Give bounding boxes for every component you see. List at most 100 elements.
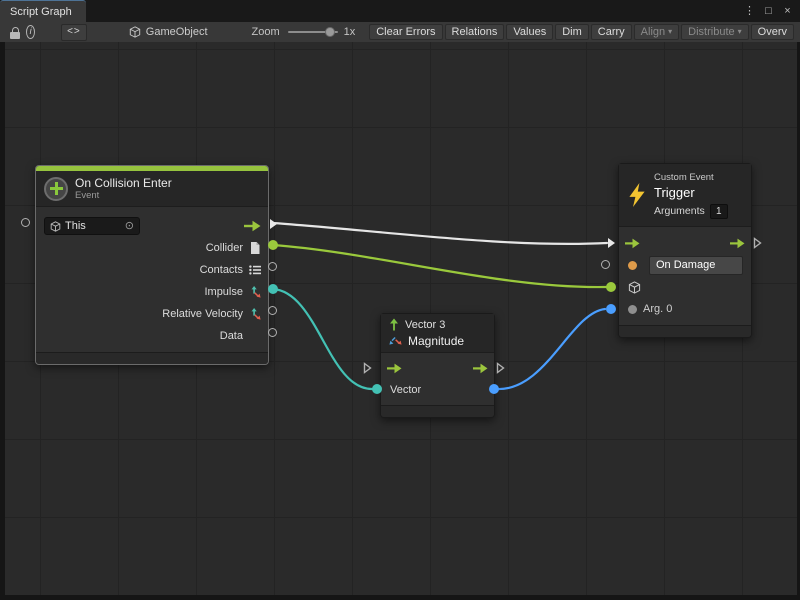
port-label: Collider [206, 242, 243, 254]
port-magnitude-output[interactable] [489, 384, 499, 394]
port-data-output[interactable] [268, 328, 277, 337]
document-icon [248, 242, 261, 254]
node-header: Vector 3 Magnitude [381, 314, 494, 353]
zoom-slider-handle[interactable] [325, 27, 335, 37]
zoom-value: 1x [344, 26, 356, 38]
unity-editor-window: Script Graph ⋮ □ × i <> GameObject Zoom … [0, 0, 800, 600]
canvas-frame-left [0, 42, 5, 600]
cube-icon [628, 281, 641, 294]
node-title: On Collision Enter [75, 176, 172, 190]
port-row-data[interactable]: Data [36, 325, 268, 347]
wire-collider-to-target [273, 245, 606, 287]
custom-event-bolt-icon [627, 183, 647, 207]
code-view-button[interactable]: <> [61, 24, 87, 41]
values-button[interactable]: Values [506, 24, 553, 40]
node-resize-footer[interactable] [381, 405, 494, 417]
port-row-impulse[interactable]: Impulse [36, 281, 268, 303]
align-dropdown[interactable]: Align ▾ [634, 24, 679, 40]
port-row-vector[interactable]: Vector [381, 379, 494, 401]
port-row-arg0[interactable]: Arg. 0 [619, 298, 751, 320]
node-title: Trigger [654, 185, 728, 200]
port-arg0-input[interactable] [606, 304, 616, 314]
distribute-dropdown[interactable]: Distribute ▾ [681, 24, 748, 40]
flow-output-arrow-icon[interactable] [473, 363, 488, 374]
port-target-input[interactable] [606, 282, 616, 292]
port-row-collider[interactable]: Collider [36, 237, 268, 259]
target-value: This [65, 220, 121, 232]
gameobject-label: GameObject [146, 26, 208, 38]
node-category: Vector 3 [405, 319, 445, 331]
zoom-slider[interactable] [288, 27, 338, 37]
port-trigger-flow-output[interactable] [753, 237, 762, 249]
node-on-collision-enter[interactable]: On Collision Enter Event This ⊙ [35, 165, 269, 365]
event-name-field[interactable]: On Damage [649, 256, 743, 275]
close-icon[interactable]: × [780, 1, 795, 21]
vector3-icon [248, 286, 261, 298]
node-header: Custom Event Trigger Arguments 1 [619, 164, 751, 227]
flow-output-arrow-icon[interactable] [244, 220, 261, 232]
kebab-menu-icon[interactable]: ⋮ [742, 1, 757, 21]
arguments-label: Arguments [654, 205, 705, 217]
arguments-count-field[interactable]: 1 [710, 204, 728, 219]
tab-bar: Script Graph ⋮ □ × [0, 0, 800, 22]
window-controls: ⋮ □ × [742, 0, 800, 22]
port-magnitude-flow-output[interactable] [496, 362, 505, 374]
node-magnitude[interactable]: Vector 3 Magnitude [380, 313, 495, 418]
port-impulse-output[interactable] [268, 284, 278, 294]
node-header: On Collision Enter Event [36, 171, 268, 207]
port-label: Contacts [200, 264, 243, 276]
object-picker-icon[interactable]: ⊙ [125, 221, 134, 232]
wire-magnitude-to-arg0 [496, 309, 605, 389]
arg0-port-dot[interactable] [628, 305, 637, 314]
flow-output-arrow-icon[interactable] [730, 238, 745, 249]
carry-button[interactable]: Carry [591, 24, 632, 40]
relations-button[interactable]: Relations [445, 24, 505, 40]
port-label: Vector [390, 384, 421, 396]
flow-input-arrow-icon[interactable] [625, 238, 640, 249]
port-row-target[interactable] [619, 276, 751, 298]
port-collider-output[interactable] [268, 240, 278, 250]
port-label: Data [220, 330, 243, 342]
port-row-event-name[interactable]: On Damage [619, 254, 751, 276]
overview-button[interactable]: Overv [751, 24, 794, 40]
node-title: Magnitude [408, 334, 464, 348]
wire-flow [273, 223, 607, 244]
gameobject-context[interactable]: GameObject [129, 26, 208, 38]
port-flow-output[interactable] [269, 218, 278, 230]
maximize-icon[interactable]: □ [761, 1, 776, 21]
port-trigger-flow-input[interactable] [607, 237, 616, 249]
port-vector-input[interactable] [372, 384, 382, 394]
target-field[interactable]: This ⊙ [44, 217, 140, 235]
node-resize-footer[interactable] [36, 352, 268, 364]
port-label: Arg. 0 [643, 303, 672, 315]
string-port-dot[interactable] [628, 261, 637, 270]
port-label: Relative Velocity [162, 308, 243, 320]
port-contacts-output[interactable] [268, 262, 277, 271]
port-relative-velocity-output[interactable] [268, 306, 277, 315]
graph-toolbar: i <> GameObject Zoom 1x Clear Errors Rel… [0, 22, 800, 43]
flow-input-arrow-icon[interactable] [387, 363, 402, 374]
list-icon [248, 265, 261, 275]
node-trigger-custom-event[interactable]: Custom Event Trigger Arguments 1 [618, 163, 752, 338]
tab-script-graph[interactable]: Script Graph [0, 0, 86, 22]
chevron-down-icon: ▾ [668, 28, 672, 36]
port-row-relative-velocity[interactable]: Relative Velocity [36, 303, 268, 325]
port-magnitude-flow-input[interactable] [363, 362, 372, 374]
wire-impulse-to-vector [273, 289, 372, 389]
zoom-label: Zoom [252, 26, 280, 38]
chevron-down-icon: ▾ [738, 28, 742, 36]
magnitude-icon [389, 335, 402, 347]
lock-icon[interactable] [8, 25, 16, 41]
node-resize-footer[interactable] [619, 325, 751, 337]
node-subtitle: Event [75, 190, 172, 201]
cube-icon [129, 26, 141, 38]
port-row-contacts[interactable]: Contacts [36, 259, 268, 281]
clear-errors-button[interactable]: Clear Errors [369, 24, 442, 40]
port-this-input[interactable] [21, 218, 30, 227]
dim-button[interactable]: Dim [555, 24, 589, 40]
info-icon[interactable]: i [26, 25, 35, 39]
up-arrow-icon [389, 318, 399, 331]
graph-canvas[interactable]: On Collision Enter Event This ⊙ [0, 42, 800, 600]
vector3-icon [248, 308, 261, 320]
port-event-name-input[interactable] [601, 260, 610, 269]
